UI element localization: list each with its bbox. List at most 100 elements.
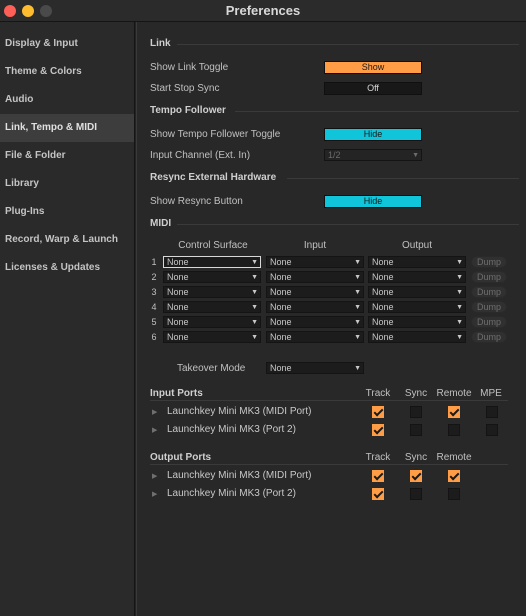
control-surface-dropdown[interactable]: None ▼ — [163, 301, 261, 313]
output-ports-track-checkbox[interactable] — [372, 488, 384, 500]
input-ports-heading: Input Ports — [150, 388, 203, 399]
input-remote-column-header: Remote — [436, 388, 472, 399]
input-ports-remote-checkbox[interactable] — [448, 406, 460, 418]
sidebar-item-file-folder[interactable]: File & Folder — [0, 142, 134, 170]
start-stop-sync-button[interactable]: Off — [324, 82, 422, 95]
control-surface-dropdown[interactable]: None ▼ — [163, 316, 261, 328]
dump-button[interactable]: Dump — [471, 286, 507, 298]
show-tempo-follower-button[interactable]: Hide — [324, 128, 422, 141]
sidebar-item-theme-colors[interactable]: Theme & Colors — [0, 58, 134, 86]
midi-input-dropdown[interactable]: None ▼ — [266, 271, 364, 283]
midi-input-dropdown[interactable]: None ▼ — [266, 286, 364, 298]
chevron-down-icon: ▼ — [251, 289, 258, 296]
dump-button[interactable]: Dump — [471, 256, 507, 268]
chevron-down-icon: ▼ — [354, 274, 361, 281]
chevron-down-icon: ▼ — [354, 259, 361, 266]
midi-output-dropdown[interactable]: None ▼ — [368, 316, 466, 328]
show-resync-button-label: Show Resync Button — [150, 196, 243, 207]
chevron-down-icon: ▼ — [354, 289, 361, 296]
control-surface-column-header: Control Surface — [178, 240, 248, 251]
input-channel-value: 1/2 — [328, 150, 341, 160]
midi-output-dropdown[interactable]: None ▼ — [368, 256, 466, 268]
sidebar-item-link-tempo-midi[interactable]: Link, Tempo & MIDI — [0, 114, 134, 142]
expand-triangle-icon[interactable]: ▶ — [152, 472, 157, 480]
output-ports-remote-checkbox[interactable] — [448, 488, 460, 500]
input-ports-sync-checkbox[interactable] — [410, 424, 422, 436]
input-ports-mpe-checkbox[interactable] — [486, 406, 498, 418]
input-ports-mpe-checkbox[interactable] — [486, 424, 498, 436]
midi-input-dropdown-value: None — [270, 317, 292, 327]
midi-output-dropdown[interactable]: None ▼ — [368, 301, 466, 313]
midi-row-number: 2 — [151, 272, 157, 282]
input-column-header: Input — [303, 240, 327, 251]
chevron-down-icon: ▼ — [354, 334, 361, 341]
sidebar-item-plug-ins[interactable]: Plug-Ins — [0, 198, 134, 226]
show-link-toggle-button[interactable]: Show — [324, 61, 422, 74]
show-resync-button[interactable]: Hide — [324, 195, 422, 208]
divider — [287, 178, 519, 179]
midi-input-dropdown-value: None — [270, 332, 292, 342]
chevron-down-icon: ▼ — [456, 319, 463, 326]
sidebar-item-licenses-updates[interactable]: Licenses & Updates — [0, 254, 134, 282]
midi-input-dropdown-value: None — [270, 257, 292, 267]
dump-button[interactable]: Dump — [471, 301, 507, 313]
divider — [235, 111, 519, 112]
sidebar: Display & Input Theme & Colors Audio Lin… — [0, 22, 135, 616]
control-surface-dropdown[interactable]: None ▼ — [163, 256, 261, 268]
midi-output-dropdown[interactable]: None ▼ — [368, 331, 466, 343]
output-track-column-header: Track — [365, 452, 391, 463]
midi-output-dropdown-value: None — [372, 317, 394, 327]
output-ports-sync-checkbox[interactable] — [410, 488, 422, 500]
takeover-mode-dropdown[interactable]: None ▼ — [266, 362, 364, 374]
midi-input-dropdown[interactable]: None ▼ — [266, 256, 364, 268]
control-surface-dropdown[interactable]: None ▼ — [163, 271, 261, 283]
midi-row-number: 5 — [151, 317, 157, 327]
output-remote-column-header: Remote — [436, 452, 472, 463]
divider — [150, 464, 508, 465]
dump-button[interactable]: Dump — [471, 331, 507, 343]
chevron-down-icon: ▼ — [456, 334, 463, 341]
input-ports-sync-checkbox[interactable] — [410, 406, 422, 418]
dump-button[interactable]: Dump — [471, 271, 507, 283]
section-tempo-follower-heading: Tempo Follower — [150, 105, 226, 116]
preferences-panel: Link Show Link Toggle Show Start Stop Sy… — [136, 22, 526, 616]
sidebar-item-library[interactable]: Library — [0, 170, 134, 198]
control-surface-dropdown[interactable]: None ▼ — [163, 286, 261, 298]
window-title: Preferences — [225, 3, 301, 18]
midi-output-dropdown-value: None — [372, 287, 394, 297]
output-ports-heading: Output Ports — [150, 452, 212, 463]
midi-output-dropdown-value: None — [372, 332, 394, 342]
midi-input-dropdown[interactable]: None ▼ — [266, 316, 364, 328]
start-stop-sync-label: Start Stop Sync — [150, 83, 220, 94]
midi-input-dropdown-value: None — [270, 287, 292, 297]
midi-output-dropdown[interactable]: None ▼ — [368, 286, 466, 298]
chevron-down-icon: ▼ — [251, 319, 258, 326]
output-ports-track-checkbox[interactable] — [372, 470, 384, 482]
title-bar: Preferences — [0, 0, 526, 22]
chevron-down-icon: ▼ — [354, 304, 361, 311]
chevron-down-icon: ▼ — [251, 259, 258, 266]
midi-input-dropdown[interactable]: None ▼ — [266, 301, 364, 313]
output-ports-remote-checkbox[interactable] — [448, 470, 460, 482]
midi-output-dropdown[interactable]: None ▼ — [368, 271, 466, 283]
input-channel-label: Input Channel (Ext. In) — [150, 150, 251, 161]
output-ports-sync-checkbox[interactable] — [410, 470, 422, 482]
input-ports-remote-checkbox[interactable] — [448, 424, 460, 436]
expand-triangle-icon[interactable]: ▶ — [152, 490, 157, 498]
sidebar-item-record-warp-launch[interactable]: Record, Warp & Launch — [0, 226, 134, 254]
control-surface-dropdown[interactable]: None ▼ — [163, 331, 261, 343]
midi-row-number: 6 — [151, 332, 157, 342]
input-channel-dropdown[interactable]: 1/2 ▼ — [324, 149, 422, 161]
dump-button[interactable]: Dump — [471, 316, 507, 328]
input-track-column-header: Track — [365, 388, 391, 399]
output-sync-column-header: Sync — [404, 452, 428, 463]
sidebar-item-display-input[interactable]: Display & Input — [0, 30, 134, 58]
midi-input-dropdown[interactable]: None ▼ — [266, 331, 364, 343]
midi-row-number: 1 — [151, 257, 157, 267]
expand-triangle-icon[interactable]: ▶ — [152, 408, 157, 416]
sidebar-item-audio[interactable]: Audio — [0, 86, 134, 114]
input-ports-track-checkbox[interactable] — [372, 424, 384, 436]
section-resync-heading: Resync External Hardware — [150, 172, 277, 183]
input-ports-track-checkbox[interactable] — [372, 406, 384, 418]
expand-triangle-icon[interactable]: ▶ — [152, 426, 157, 434]
